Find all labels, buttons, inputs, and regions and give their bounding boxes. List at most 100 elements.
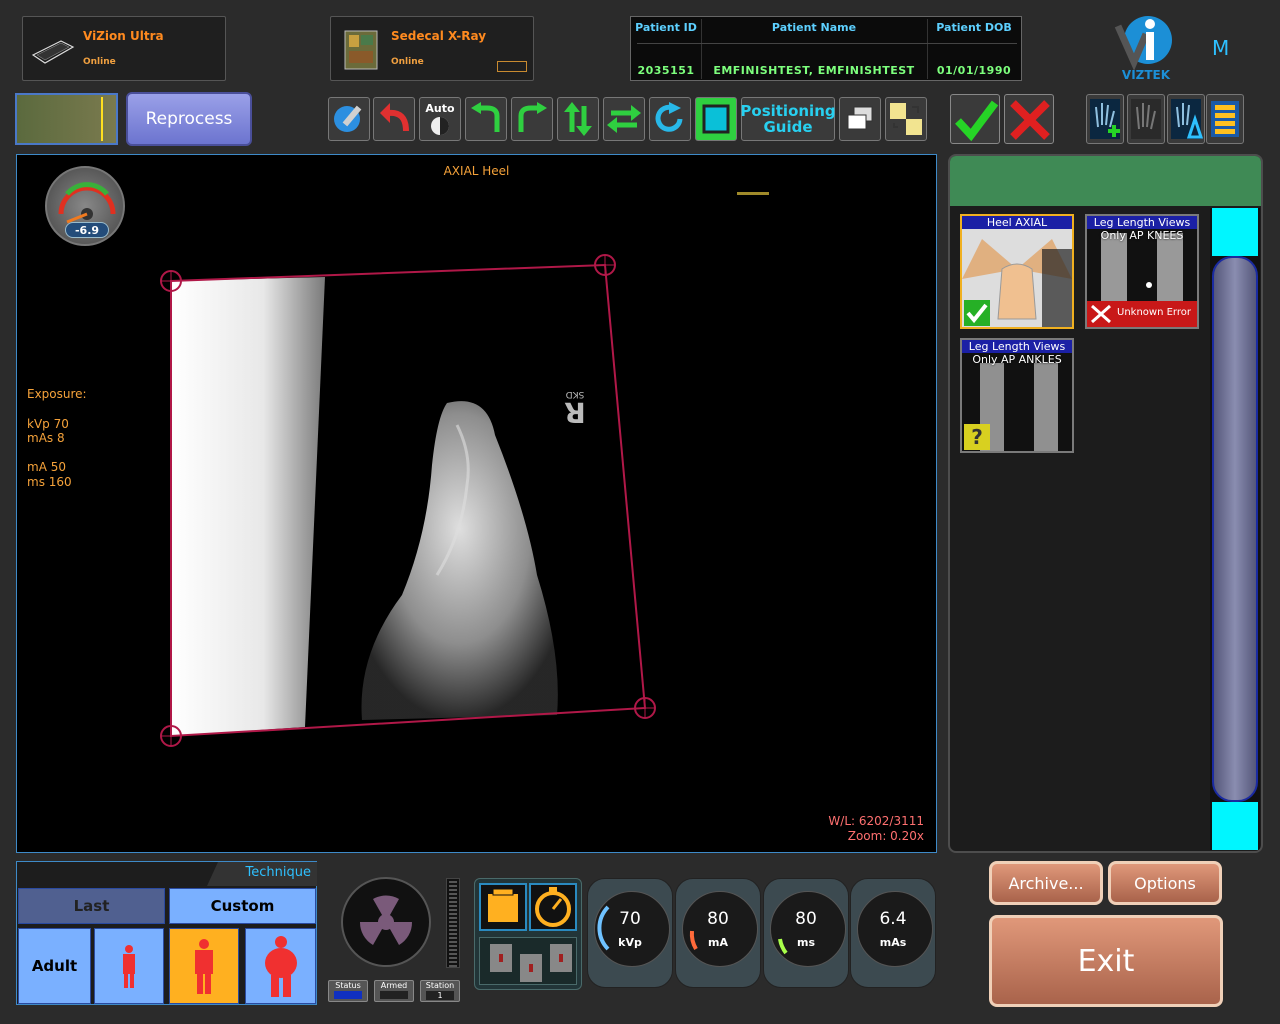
rotate-left-button[interactable] xyxy=(465,97,507,141)
chamber-left[interactable] xyxy=(490,944,512,972)
kvp-unit: kVp xyxy=(618,936,642,949)
x-icon xyxy=(1091,304,1111,324)
scroll-thumb[interactable] xyxy=(1212,256,1258,802)
station-label: Station xyxy=(425,981,455,990)
mas-dial[interactable]: 6.4 mAs xyxy=(850,878,936,988)
reset-rotation-button[interactable] xyxy=(649,97,691,141)
wl-value: W/L: 6202/3111 xyxy=(828,814,924,828)
crop-button[interactable] xyxy=(695,97,737,141)
chamber-center[interactable] xyxy=(520,954,542,982)
crop-handle[interactable] xyxy=(634,697,656,719)
technique-tab[interactable]: Technique xyxy=(207,862,317,886)
rotate-right-button[interactable] xyxy=(511,97,553,141)
rotate-left-icon xyxy=(471,102,500,132)
ma-value: 80 xyxy=(707,909,729,929)
armed-indicator: Armed xyxy=(374,980,414,1002)
last-technique-button[interactable]: Last xyxy=(18,888,165,924)
aec-chamber-selector[interactable] xyxy=(479,937,577,985)
options-button[interactable]: Options xyxy=(1108,861,1222,905)
crop-handle[interactable] xyxy=(160,725,182,747)
timer-mode-button[interactable] xyxy=(529,883,577,931)
auto-contrast-icon xyxy=(431,116,449,135)
window-level-preview[interactable] xyxy=(15,93,118,145)
accept-button[interactable] xyxy=(950,94,1000,144)
small-patient-button[interactable] xyxy=(94,928,164,1004)
large-body-icon xyxy=(264,936,297,997)
annotate-icon xyxy=(334,105,362,132)
patient-info-box: Patient ID Patient Name Patient DOB 2035… xyxy=(630,16,1022,81)
thumbnail-status: Unknown Error xyxy=(1117,307,1191,318)
layout-list-button[interactable] xyxy=(1206,94,1244,144)
patient-dob-header: Patient DOB xyxy=(936,21,1012,34)
chamber-right[interactable] xyxy=(550,944,572,972)
device-name: ViZion Ultra xyxy=(83,29,164,43)
auto-button[interactable]: Auto xyxy=(419,97,461,141)
crop-handle[interactable] xyxy=(594,254,616,276)
reprocess-button[interactable]: Reprocess xyxy=(126,92,252,146)
ma-dial[interactable]: 80 mA xyxy=(675,878,761,988)
image-viewer[interactable]: AXIAL Heel -6.9 Exposure: kVp 70 mAs 8 m… xyxy=(16,154,937,853)
thumbnail-leg-length-ankles[interactable]: Leg Length Views Only AP ANKLES ? xyxy=(960,338,1074,453)
medium-patient-button[interactable] xyxy=(169,928,239,1004)
folder-icon xyxy=(486,888,520,924)
status-indicator: Status xyxy=(328,980,368,1002)
add-view-button[interactable] xyxy=(1086,94,1124,144)
xray-image xyxy=(160,254,656,747)
hand-view-button[interactable] xyxy=(1127,94,1165,144)
windows-button[interactable] xyxy=(839,97,881,141)
medium-body-icon xyxy=(195,939,213,994)
flip-vertical-button[interactable] xyxy=(557,97,599,141)
swap-images-button[interactable] xyxy=(885,97,927,141)
thumbnail-scrollbar[interactable] xyxy=(1210,208,1260,850)
armed-label: Armed xyxy=(380,981,408,990)
device-status: Online xyxy=(391,57,424,67)
logo-text: VIZTEK xyxy=(1121,68,1171,82)
kvp-dial[interactable]: 70 kVp xyxy=(587,878,673,988)
device-card-vizion: ViZion Ultra Online xyxy=(22,16,226,81)
auto-label: Auto xyxy=(425,101,455,115)
thumbnail-leg-length-knees[interactable]: Leg Length Views Only AP KNEES Unknown E… xyxy=(1085,214,1199,329)
thumbnail-heel-axial[interactable]: Heel AXIAL xyxy=(960,214,1074,329)
side-marker: R xyxy=(564,396,586,429)
small-body-icon xyxy=(123,945,135,988)
custom-technique-button[interactable]: Custom xyxy=(169,888,316,924)
check-icon xyxy=(955,100,999,142)
measure-view-button[interactable] xyxy=(1167,94,1205,144)
patient-id-value: 2035151 xyxy=(637,64,695,77)
patient-name-header: Patient Name xyxy=(771,21,857,34)
study-panel-header xyxy=(950,156,1261,206)
ms-dial[interactable]: 80 ms xyxy=(763,878,849,988)
aec-mode-button[interactable] xyxy=(479,883,527,931)
scroll-down-area[interactable] xyxy=(1212,802,1258,850)
thumbnail-title: Leg Length Views xyxy=(962,340,1072,353)
lead-marker: R SKD xyxy=(563,389,587,429)
error-bar: Unknown Error xyxy=(1087,301,1197,327)
ms-value: 80 xyxy=(795,909,817,929)
exit-button[interactable]: Exit xyxy=(989,915,1223,1007)
archive-button[interactable]: Archive... xyxy=(989,861,1103,905)
crop-handle[interactable] xyxy=(160,270,182,292)
technique-panel: Technique Last Custom Adult xyxy=(16,861,317,1005)
status-label: Status xyxy=(335,981,361,990)
kvp-value: 70 xyxy=(619,909,641,929)
large-patient-button[interactable] xyxy=(245,928,316,1004)
x-icon xyxy=(1010,100,1050,140)
adult-button[interactable]: Adult xyxy=(18,928,91,1004)
radiation-icon xyxy=(359,895,413,945)
viztek-logo: VIZTEK xyxy=(1112,12,1176,84)
serial-port-icon xyxy=(497,61,527,72)
annotate-button[interactable] xyxy=(328,97,370,141)
hand-xray-icon xyxy=(1131,99,1161,139)
mode-letter: M xyxy=(1212,36,1230,60)
undo-button[interactable] xyxy=(373,97,415,141)
reject-button[interactable] xyxy=(1004,94,1054,144)
positioning-guide-button[interactable]: Positioning Guide xyxy=(740,97,836,141)
add-hand-icon xyxy=(1090,99,1120,139)
aec-panel xyxy=(474,878,582,990)
device-name: Sedecal X-Ray xyxy=(391,29,487,43)
scroll-up-area[interactable] xyxy=(1212,208,1258,256)
flip-horizontal-button[interactable] xyxy=(603,97,645,141)
expose-button[interactable] xyxy=(341,877,431,967)
guide-label: Guide xyxy=(763,118,813,136)
crop-frame-icon xyxy=(702,104,730,134)
